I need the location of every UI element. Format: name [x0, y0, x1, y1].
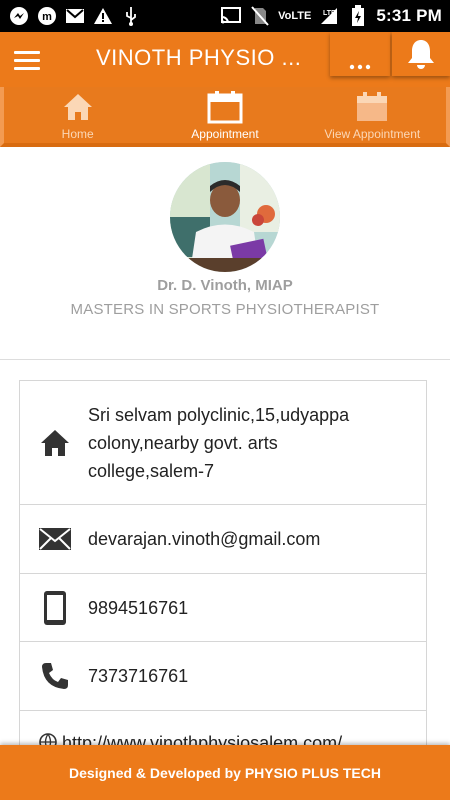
address-text: Sri selvam polyclinic,15,udyappa colony,… — [88, 401, 349, 485]
gmail-icon — [64, 5, 86, 27]
tab-bar: Home Appointment View Appointment — [0, 87, 450, 147]
doctor-qualification: MASTERS IN SPORTS PHYSIOTHERAPIST — [70, 301, 380, 318]
tab-appointment[interactable]: Appointment — [151, 87, 298, 143]
profile-section: Dr. D. Vinoth, MIAP MASTERS IN SPORTS PH… — [0, 150, 450, 360]
address-line: Sri selvam polyclinic,15,udyappa — [88, 404, 350, 425]
app-title: VINOTH PHYSIO ... — [96, 45, 302, 70]
no-sim-icon — [249, 5, 271, 27]
home-address-icon — [38, 428, 72, 458]
usb-icon — [120, 5, 142, 27]
mobile-number: 9894516761 — [88, 597, 189, 618]
section-divider — [0, 359, 450, 360]
tab-home[interactable]: Home — [4, 87, 151, 143]
status-time: 5:31 PM — [376, 6, 442, 25]
phone-icon — [38, 661, 72, 691]
mail-icon — [38, 527, 72, 551]
messenger-icon — [8, 5, 30, 27]
volte-label: VoLTE — [278, 10, 312, 22]
email-row[interactable]: devarajan.vinoth@gmail.com — [20, 505, 426, 574]
cast-icon — [220, 5, 242, 27]
app-m-icon: m — [36, 5, 58, 27]
lte-label: LTE — [323, 10, 336, 17]
more-options-button[interactable] — [330, 32, 390, 76]
mobile-row[interactable]: 9894516761 — [20, 574, 426, 642]
calendar-view-icon — [355, 90, 389, 124]
mobile-phone-icon — [38, 590, 72, 626]
svg-text:m: m — [42, 11, 52, 23]
bell-icon — [408, 40, 434, 69]
tab-view-appointment-label: View Appointment — [324, 127, 421, 141]
phone-row[interactable]: 7373716761 — [20, 642, 426, 711]
address-line: colony,nearby govt. arts — [88, 432, 278, 453]
tab-home-label: Home — [61, 127, 94, 141]
app-bar: VINOTH PHYSIO ... — [0, 32, 450, 87]
address-row[interactable]: Sri selvam polyclinic,15,udyappa colony,… — [20, 381, 426, 505]
menu-button[interactable] — [14, 44, 50, 76]
menu-icon — [14, 50, 40, 54]
battery-icon — [347, 5, 369, 27]
notification-icons: m — [8, 5, 142, 27]
address-line: college,salem-7 — [88, 460, 215, 481]
doctor-name: Dr. D. Vinoth, MIAP — [157, 277, 293, 294]
email-text: devarajan.vinoth@gmail.com — [88, 529, 321, 549]
more-dots-icon — [349, 64, 371, 70]
notifications-button[interactable] — [392, 32, 450, 76]
status-bar: m VoLTE LTE 5:31 PM — [0, 0, 450, 32]
doctor-avatar — [170, 162, 280, 272]
calendar-icon — [207, 90, 243, 124]
phone-number: 7373716761 — [88, 666, 189, 686]
warning-icon — [92, 5, 114, 27]
signal-icon: LTE — [318, 5, 340, 27]
tab-appointment-label: Appointment — [191, 127, 259, 141]
tab-view-appointment[interactable]: View Appointment — [299, 87, 446, 143]
home-icon — [62, 90, 94, 124]
footer-credit: Designed & Developed by PHYSIO PLUS TECH — [0, 745, 450, 800]
contact-list: Sri selvam polyclinic,15,udyappa colony,… — [19, 380, 427, 751]
system-icons: VoLTE LTE 5:31 PM — [220, 5, 442, 27]
